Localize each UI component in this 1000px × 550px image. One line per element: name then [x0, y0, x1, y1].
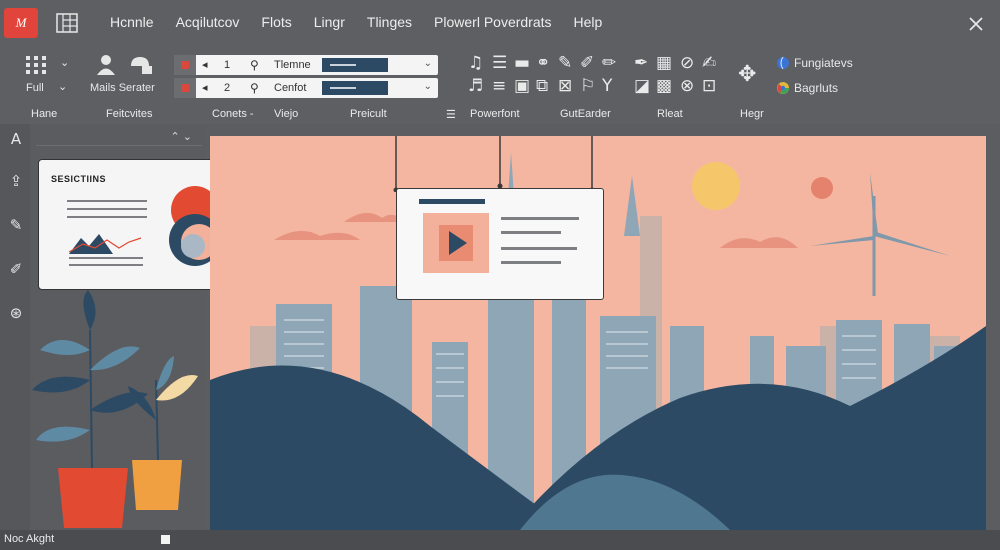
combo-number: 1 [224, 59, 231, 71]
combo-number: 2 [224, 82, 231, 94]
section-label: Hane [31, 108, 58, 120]
grid-icon[interactable] [24, 54, 48, 76]
share-icon[interactable]: ⇪ [7, 172, 25, 190]
status-bar: Noc Akght [0, 530, 1000, 550]
link-icon[interactable]: ⚭ [536, 53, 550, 73]
color-swatch [174, 55, 196, 75]
section-label: Feitcvites [106, 108, 153, 120]
frame-icon[interactable]: ⊠ [558, 76, 572, 96]
shape-icon[interactable] [128, 54, 154, 76]
status-square-icon[interactable] [161, 535, 170, 544]
section-label: Rleat [657, 108, 683, 120]
person-icon[interactable] [96, 54, 116, 76]
move-icon[interactable]: ✥ [738, 62, 756, 87]
globe-icon[interactable]: ⊛ [7, 304, 25, 322]
brush-icon[interactable]: ✐ [7, 260, 25, 278]
bullet-icon: ◂ [202, 82, 208, 94]
crop-icon[interactable]: ⊡ [702, 76, 716, 96]
slide-title: SESICTIINS [51, 174, 107, 184]
shape-tool-icon[interactable]: ⊘ [680, 53, 694, 73]
text-line [67, 208, 147, 210]
chevron-down-icon[interactable]: ⌄ [58, 80, 67, 93]
search-icon: ⚲ [250, 58, 259, 72]
brush-icon[interactable]: ✐ [580, 53, 594, 73]
image-icon[interactable]: ▣ [514, 76, 530, 96]
search-icon: ⚲ [250, 81, 259, 95]
chevron-up-icon[interactable]: ⌃ ⌄ [171, 130, 193, 143]
chat-icon[interactable]: ◪ [634, 76, 650, 96]
left-toolbar: A ⇪ ✎ ✐ ⊛ [0, 124, 30, 530]
text-line [67, 200, 147, 202]
grid-tool-icon[interactable]: ▩ [656, 76, 672, 96]
section-label: Preicult [350, 108, 387, 120]
app-logo[interactable]: M [4, 8, 38, 38]
section-label: Viejo [274, 108, 299, 120]
ribbon-right-item-2[interactable]: Bagrluts [794, 81, 838, 95]
text-line [501, 247, 577, 250]
mails-label[interactable]: Mails Serater [90, 82, 155, 94]
ribbon-right-item-1[interactable]: Fungiatevs [794, 56, 853, 70]
menu-item-tlinges[interactable]: Tlinges [367, 14, 412, 30]
bullet-icon: ◂ [202, 59, 208, 71]
text-line [67, 216, 147, 218]
mountain-chart-icon [68, 234, 143, 266]
rotate-icon[interactable]: ⊗ [680, 76, 694, 96]
list-icon: ☰ [446, 109, 456, 121]
menu-item-home[interactable]: Hcnnle [110, 14, 154, 30]
combo-text: Cenfot [274, 82, 307, 94]
pencil-icon[interactable]: ✏ [602, 53, 616, 73]
video-thumbnail [423, 213, 489, 273]
text-line [501, 261, 561, 264]
edit-icon[interactable]: ✎ [7, 216, 25, 234]
color-swatch [174, 78, 196, 98]
chevron-down-icon: ⌄ [423, 58, 432, 69]
text-icon[interactable]: A [7, 130, 25, 148]
video-card[interactable] [396, 188, 604, 300]
play-icon[interactable] [439, 225, 473, 261]
status-text: Noc Akght [4, 533, 55, 545]
combo-text: Tlemne [274, 59, 311, 71]
list-icon[interactable]: ☰ [492, 53, 507, 73]
style-combo-1[interactable]: ◂ 1 ⚲ Tlemne ⌄ [174, 55, 438, 75]
pen-icon[interactable]: ✎ [558, 53, 572, 73]
menu-item-flots[interactable]: Flots [261, 14, 291, 30]
plant-illustration [32, 290, 198, 528]
card-header-line [419, 199, 485, 204]
window-grid-icon[interactable] [56, 13, 78, 33]
style-combo-2[interactable]: ◂ 2 ⚲ Cenfot ⌄ [174, 78, 438, 98]
section-label: Conets - [212, 108, 254, 120]
branch-icon[interactable]: Y [602, 76, 612, 96]
cursor-icon[interactable]: ⚐ [580, 76, 595, 96]
layout-icon[interactable]: ▦ [656, 53, 672, 73]
close-icon[interactable] [966, 14, 986, 34]
chevron-down-icon[interactable]: ⌄ [60, 56, 69, 69]
title-bar: M Hcnnle Acqilutcov Flots Lingr Tlinges … [0, 0, 1000, 48]
menu-item-acqilutcov[interactable]: Acqilutcov [176, 14, 240, 30]
main-menu: Hcnnle Acqilutcov Flots Lingr Tlinges Pl… [110, 14, 602, 30]
menu-item-lingr[interactable]: Lingr [314, 14, 345, 30]
music-note-icon[interactable]: ♫ [468, 53, 483, 73]
globe-icon [777, 56, 789, 70]
draw-icon[interactable]: ✒ [634, 53, 648, 73]
theme-swatch [322, 58, 388, 72]
shape-icon[interactable]: ⧉ [536, 76, 548, 96]
menu-item-help[interactable]: Help [574, 14, 603, 30]
text-line [501, 231, 561, 234]
align-icon[interactable]: ≡ [492, 76, 506, 96]
chrome-icon [777, 82, 789, 94]
section-label: GutEarder [560, 108, 611, 120]
section-label: Hegr [740, 108, 764, 120]
hanging-lines [393, 136, 595, 192]
section-label: Powerfont [470, 108, 520, 120]
theme-swatch [322, 81, 388, 95]
full-label[interactable]: Full [26, 82, 44, 94]
music-note-icon[interactable]: ♬ [468, 76, 483, 96]
panel-header: ⌃ ⌄ [36, 128, 202, 146]
edit-icon[interactable]: ✍ [702, 53, 716, 73]
menu-item-poverdrats[interactable]: Plowerl Poverdrats [434, 14, 552, 30]
chevron-down-icon: ⌄ [423, 81, 432, 92]
text-line [501, 217, 579, 220]
folder-icon[interactable]: ▬ [514, 53, 530, 73]
